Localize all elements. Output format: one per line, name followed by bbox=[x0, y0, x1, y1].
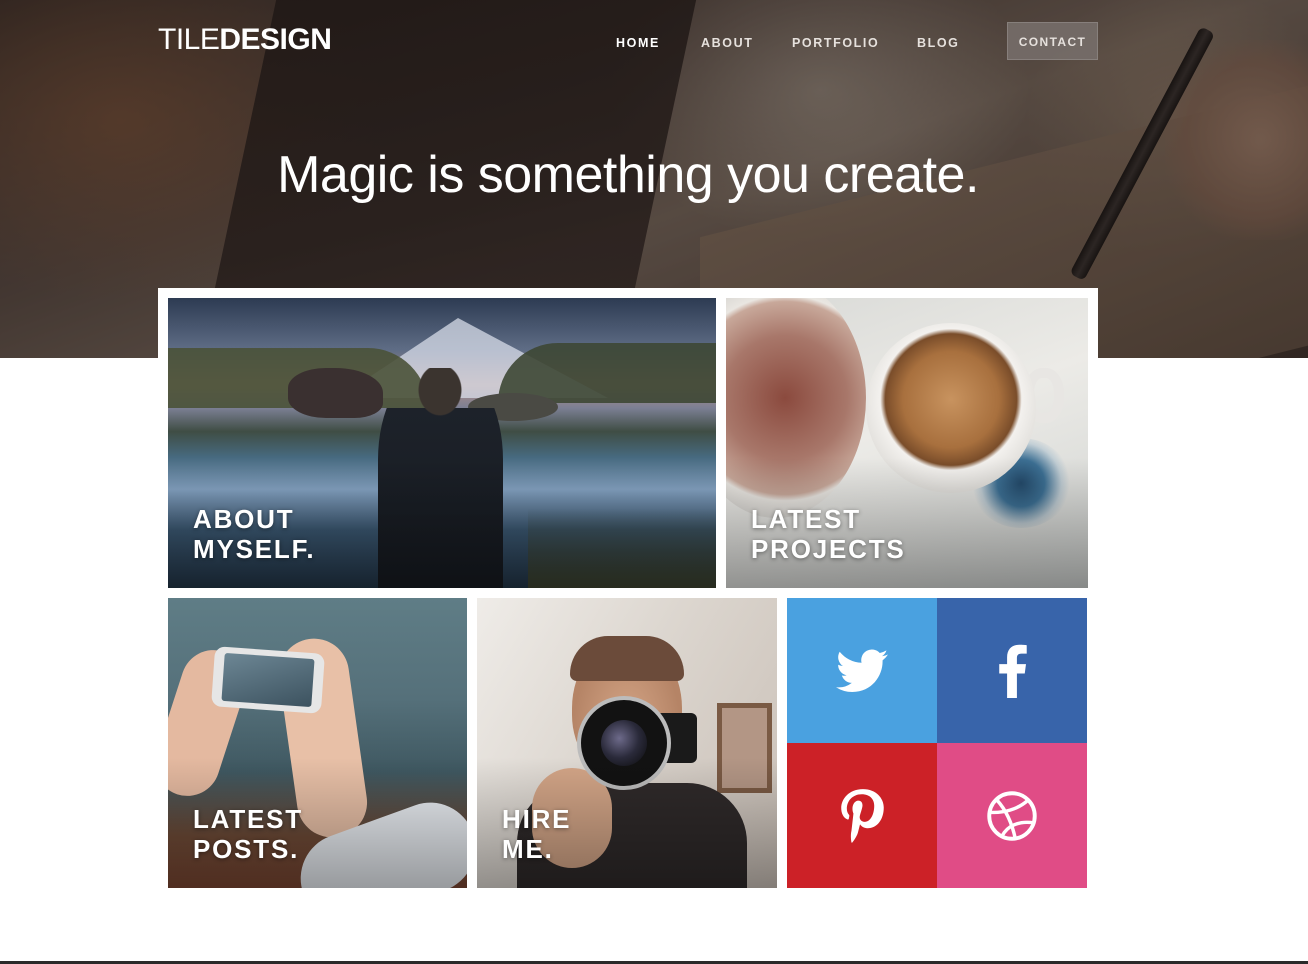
tile-latest-posts[interactable]: LATEST POSTS. bbox=[168, 598, 467, 888]
nav-portfolio[interactable]: PORTFOLIO bbox=[792, 35, 879, 51]
twitter-icon bbox=[836, 648, 888, 692]
contact-button[interactable]: CONTACT bbox=[1007, 22, 1098, 60]
facebook-button[interactable] bbox=[937, 598, 1087, 743]
nav-about[interactable]: ABOUT bbox=[701, 35, 753, 51]
twitter-button[interactable] bbox=[787, 598, 937, 743]
pinterest-button[interactable] bbox=[787, 743, 937, 888]
dribbble-button[interactable] bbox=[937, 743, 1087, 888]
hero-tagline: Magic is something you create. bbox=[277, 146, 979, 204]
tile-hire-me[interactable]: HIRE ME. bbox=[477, 598, 777, 888]
nav-home[interactable]: HOME bbox=[616, 35, 660, 51]
nav-blog[interactable]: BLOG bbox=[917, 35, 960, 51]
tile-about-label: ABOUT MYSELF. bbox=[193, 504, 316, 564]
dribbble-icon bbox=[987, 790, 1037, 841]
tile-latest-projects[interactable]: LATEST PROJECTS bbox=[726, 298, 1088, 588]
tile-about-myself[interactable]: ABOUT MYSELF. bbox=[168, 298, 716, 588]
logo-light-text: TILE bbox=[158, 23, 220, 56]
site-logo[interactable]: TILEDESIGN bbox=[158, 22, 332, 58]
tile-projects-label: LATEST PROJECTS bbox=[751, 504, 906, 564]
logo-bold-text: DESIGN bbox=[219, 23, 332, 56]
tile-hire-label: HIRE ME. bbox=[502, 804, 572, 864]
facebook-icon bbox=[999, 644, 1027, 698]
pinterest-icon bbox=[841, 788, 884, 843]
tile-posts-label: LATEST POSTS. bbox=[193, 804, 303, 864]
